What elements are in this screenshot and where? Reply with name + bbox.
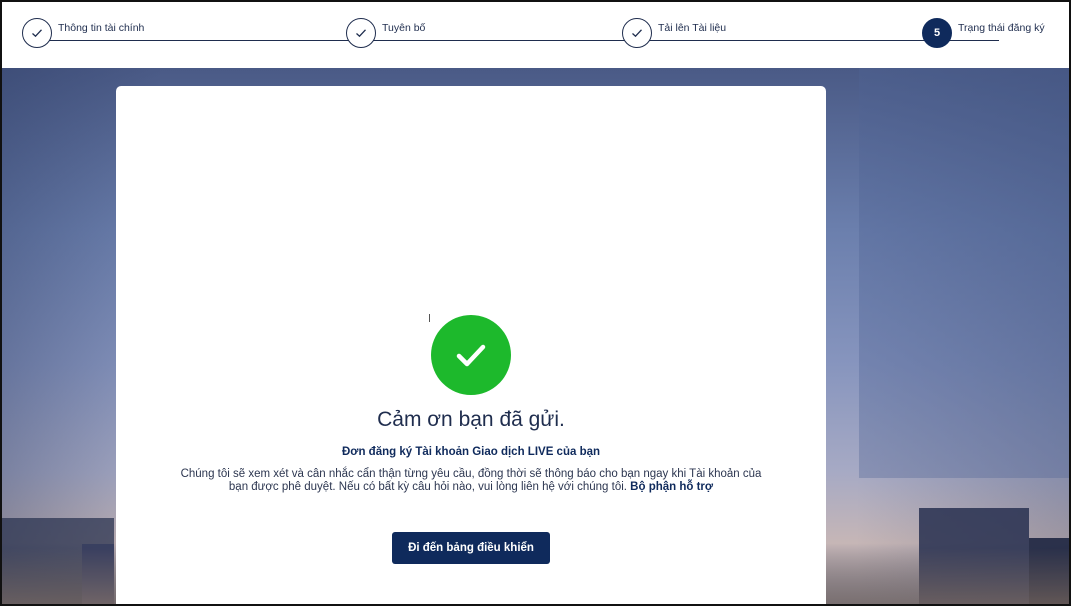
page-title: Cảm ơn bạn đã gửi. <box>377 408 565 431</box>
step-label: Thông tin tài chính <box>58 22 145 34</box>
step-label: Tải lên Tài liệu <box>658 22 727 34</box>
step-label: Trạng thái đăng ký <box>958 22 1045 34</box>
stepper-track <box>38 40 999 41</box>
check-circle-icon <box>431 315 511 395</box>
step-done-check-icon <box>622 18 652 48</box>
step-done-check-icon <box>22 18 52 48</box>
step-upload-documents[interactable]: Tải lên Tài liệu <box>622 18 726 48</box>
go-to-dashboard-button[interactable]: Đi đến bảng điều khiển <box>392 532 550 564</box>
confirmation-card: Cảm ơn bạn đã gửi. Đơn đăng ký Tài khoản… <box>116 86 826 604</box>
app-frame: Thông tin tài chính Tuyên bố Tải lên Tài… <box>0 0 1071 606</box>
background-building <box>859 58 1069 478</box>
step-registration-status[interactable]: 5 Trạng thái đăng ký <box>922 18 1045 48</box>
confirmation-message: Chúng tôi sẽ xem xét và cân nhắc cẩn thậ… <box>176 468 766 494</box>
step-number-badge: 5 <box>922 18 952 48</box>
step-label: Tuyên bố <box>382 22 426 34</box>
text-cursor <box>429 314 430 322</box>
step-declaration[interactable]: Tuyên bố <box>346 18 425 48</box>
registration-stepper: Thông tin tài chính Tuyên bố Tải lên Tài… <box>2 2 1069 68</box>
support-link[interactable]: Bộ phận hỗ trợ <box>630 481 713 493</box>
step-financial-info[interactable]: Thông tin tài chính <box>22 18 144 48</box>
application-subtitle: Đơn đăng ký Tài khoản Giao dịch LIVE của… <box>341 446 601 458</box>
step-done-check-icon <box>346 18 376 48</box>
